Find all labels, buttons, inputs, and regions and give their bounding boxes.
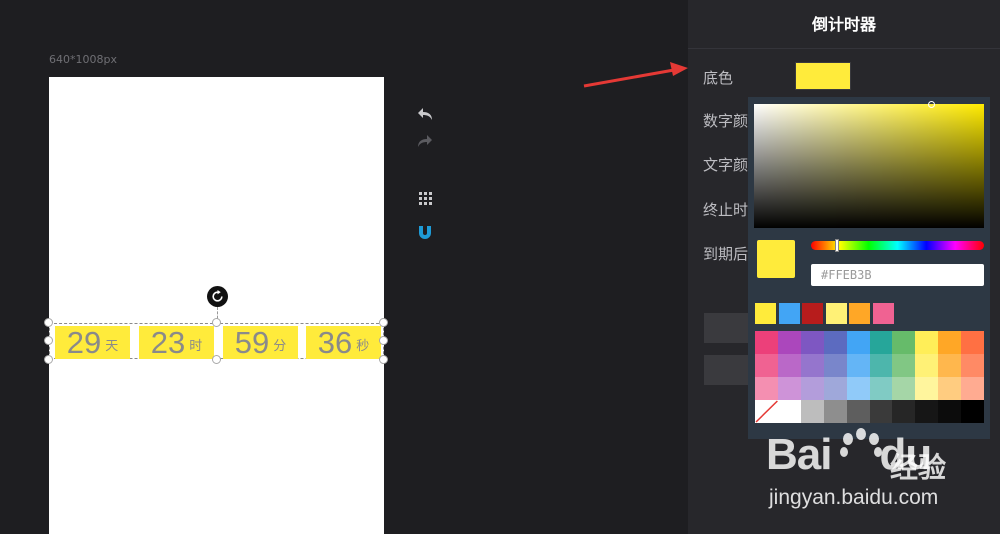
resize-handle-top-right[interactable]	[379, 318, 388, 327]
palette-color-swatch[interactable]	[915, 400, 939, 423]
watermark-url: jingyan.baidu.com	[769, 486, 939, 509]
palette-color-swatch[interactable]	[961, 400, 985, 423]
countdown-seconds-unit: 秒	[356, 339, 370, 354]
resize-handle-bottom-left[interactable]	[44, 355, 53, 364]
palette-color-swatch[interactable]	[777, 354, 802, 377]
palette-color-swatch[interactable]	[892, 354, 916, 377]
countdown-seconds-value: 36	[317, 325, 353, 360]
palette-color-swatch[interactable]	[915, 354, 939, 377]
palette-color-swatch[interactable]	[938, 400, 962, 423]
palette-color-swatch[interactable]	[961, 331, 985, 354]
palette-color-swatch[interactable]	[869, 400, 893, 423]
palette-color-swatch[interactable]	[800, 400, 825, 423]
undo-icon[interactable]	[416, 105, 434, 123]
resize-handle-right[interactable]	[379, 336, 388, 345]
expire-action-label: 到期后	[703, 245, 749, 263]
palette-color-swatch[interactable]	[938, 377, 962, 400]
palette-color-swatch[interactable]	[823, 377, 848, 400]
countdown-days-unit: 天	[105, 339, 119, 354]
panel-button-2[interactable]	[704, 355, 748, 385]
palette-color-swatch[interactable]	[938, 331, 962, 354]
palette-color-swatch[interactable]	[938, 354, 962, 377]
palette-color-swatch[interactable]	[846, 331, 870, 354]
canvas-size-label: 640*1008px	[49, 53, 117, 66]
palette-color-swatch[interactable]	[892, 331, 916, 354]
palette-color-swatch[interactable]	[777, 400, 802, 423]
palette-color-swatch[interactable]	[892, 400, 916, 423]
palette-color-swatch[interactable]	[892, 377, 916, 400]
hex-color-input[interactable]	[811, 264, 984, 286]
palette-color-swatch[interactable]	[846, 354, 870, 377]
countdown-minutes-unit: 分	[273, 339, 287, 354]
magnet-icon[interactable]	[416, 223, 434, 241]
number-color-label: 数字颜	[703, 112, 749, 130]
palette-color-swatch[interactable]	[961, 354, 985, 377]
bg-color-swatch[interactable]	[795, 62, 851, 90]
palette-color-swatch[interactable]	[823, 331, 848, 354]
resize-handle-top-left[interactable]	[44, 318, 53, 327]
palette-color-swatch[interactable]	[869, 354, 893, 377]
recent-color-swatch[interactable]	[802, 303, 823, 324]
red-arrow-icon	[583, 62, 688, 88]
rotate-handle-icon[interactable]	[207, 286, 228, 307]
resize-handle-top[interactable]	[212, 318, 221, 327]
palette-color-swatch[interactable]	[823, 400, 848, 423]
color-preview	[757, 240, 795, 278]
palette-color-swatch[interactable]	[915, 331, 939, 354]
palette-color-swatch[interactable]	[755, 331, 779, 354]
watermark-brand: 经验	[890, 451, 947, 484]
palette-color-swatch[interactable]	[777, 331, 802, 354]
saturation-value-area[interactable]	[754, 104, 984, 228]
resize-handle-left[interactable]	[44, 336, 53, 345]
countdown-hours-unit: 时	[189, 339, 203, 354]
redo-icon[interactable]	[416, 132, 434, 150]
saturation-handle[interactable]	[928, 101, 935, 108]
end-time-label: 终止时	[703, 201, 749, 219]
palette-color-swatch[interactable]	[800, 377, 825, 400]
grid-icon[interactable]	[416, 189, 434, 207]
countdown-cell-days: 29 天	[55, 326, 130, 359]
resize-handle-bottom-right[interactable]	[379, 355, 388, 364]
recent-color-swatch[interactable]	[849, 303, 870, 324]
recent-color-swatch[interactable]	[755, 303, 776, 324]
recent-color-swatch[interactable]	[825, 303, 847, 324]
palette-color-swatch[interactable]	[846, 377, 870, 400]
text-color-label: 文字颜	[703, 156, 749, 174]
no-color-swatch[interactable]	[755, 400, 779, 423]
palette-color-swatch[interactable]	[869, 377, 893, 400]
palette-color-swatch[interactable]	[755, 354, 779, 377]
palette-color-swatch[interactable]	[961, 377, 985, 400]
palette-color-swatch[interactable]	[755, 377, 779, 400]
recent-color-swatch[interactable]	[872, 303, 894, 324]
countdown-cell-hours: 23 时	[139, 326, 214, 359]
resize-handle-bottom[interactable]	[212, 355, 221, 364]
countdown-cell-minutes: 59 分	[223, 326, 298, 359]
countdown-days-value: 29	[66, 325, 102, 360]
palette-color-swatch[interactable]	[777, 377, 802, 400]
countdown-cell-seconds: 36 秒	[306, 326, 381, 359]
palette-color-swatch[interactable]	[846, 400, 870, 423]
baidu-paw-icon	[840, 428, 882, 457]
palette-color-swatch[interactable]	[800, 354, 825, 377]
countdown-minutes-value: 59	[234, 325, 270, 360]
bg-color-label: 底色	[703, 69, 734, 87]
panel-button-1[interactable]	[704, 313, 748, 343]
countdown-widget[interactable]: 29 天 23 时 59 分 36 秒	[49, 323, 384, 359]
palette-color-swatch[interactable]	[915, 377, 939, 400]
palette-color-swatch[interactable]	[800, 331, 825, 354]
hue-slider-handle[interactable]	[835, 239, 839, 252]
countdown-hours-value: 23	[150, 325, 186, 360]
palette-color-swatch[interactable]	[869, 331, 893, 354]
panel-title: 倒计时器	[688, 0, 1000, 49]
recent-color-swatch[interactable]	[778, 303, 800, 324]
palette-color-swatch[interactable]	[823, 354, 848, 377]
